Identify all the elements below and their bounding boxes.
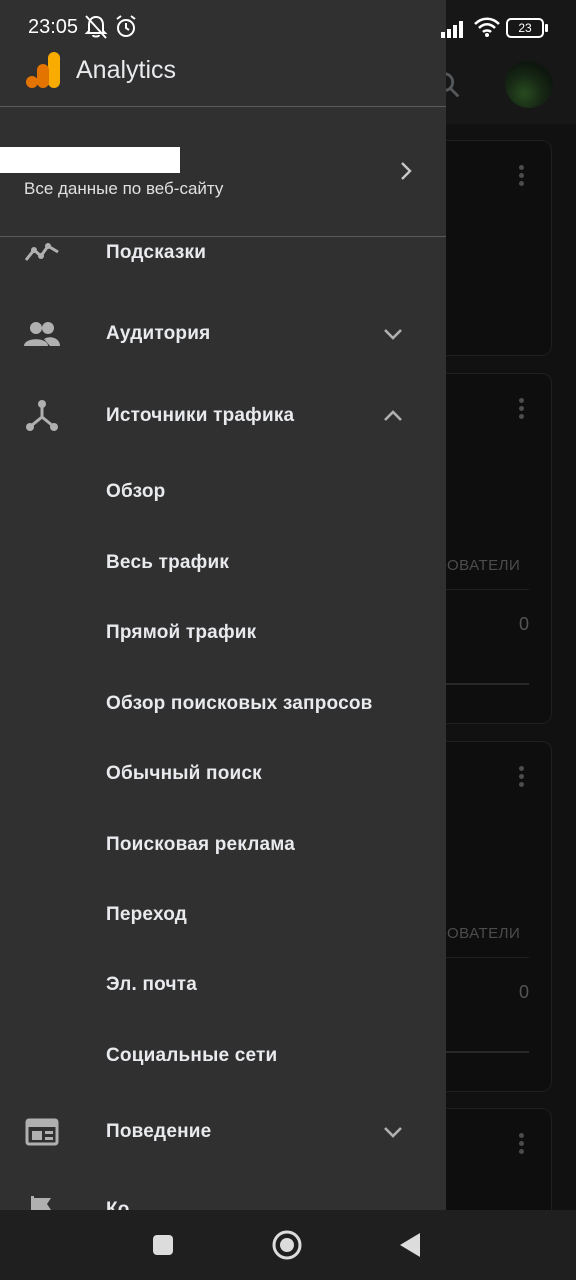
nav-label: Весь трафик bbox=[106, 552, 230, 573]
nav-subitem-email[interactable]: Эл. почта bbox=[0, 955, 446, 1015]
battery-icon: 23 bbox=[506, 18, 548, 38]
nav-label: Подсказки bbox=[106, 242, 207, 263]
nav-label: Переход bbox=[106, 904, 188, 925]
nav-label: Ко bbox=[106, 1199, 130, 1210]
chevron-right-icon bbox=[396, 159, 416, 188]
nav-label: Поисковая реклама bbox=[106, 834, 296, 855]
nav-item-audience[interactable]: Аудитория bbox=[0, 304, 446, 364]
wifi-icon bbox=[474, 16, 500, 43]
analytics-logo-icon bbox=[26, 52, 60, 88]
nav-subitem-paid-search[interactable]: Поисковая реклама bbox=[0, 815, 446, 875]
battery-tip bbox=[545, 24, 548, 32]
chevron-down-icon bbox=[380, 1119, 406, 1145]
status-bar: 23:05 23 bbox=[0, 0, 576, 56]
battery-level: 23 bbox=[518, 21, 532, 35]
nav-subitem-search-queries[interactable]: Обзор поисковых запросов bbox=[0, 674, 446, 734]
app-brand: Analytics bbox=[26, 50, 176, 90]
nav-label: Аудитория bbox=[106, 323, 211, 344]
behavior-icon bbox=[22, 1112, 62, 1152]
nav-label: Обзор поисковых запросов bbox=[106, 693, 373, 714]
nav-label: Прямой трафик bbox=[106, 622, 257, 643]
nav-label: Источники трафика bbox=[106, 405, 295, 426]
nav-label: Поведение bbox=[106, 1121, 212, 1142]
system-nav-bar bbox=[0, 1210, 576, 1280]
nav-subitem-referral[interactable]: Переход bbox=[0, 885, 446, 945]
notifications-off-icon bbox=[84, 14, 108, 45]
nav-subitem-direct[interactable]: Прямой трафик bbox=[0, 603, 446, 663]
app-name: Analytics bbox=[76, 55, 177, 84]
nav-subitem-social[interactable]: Социальные сети bbox=[0, 1026, 446, 1086]
nav-item-insights[interactable]: Подсказки bbox=[0, 237, 446, 277]
insights-icon bbox=[22, 237, 62, 273]
chevron-down-icon bbox=[380, 321, 406, 347]
flag-icon bbox=[22, 1190, 62, 1210]
alarm-icon bbox=[114, 14, 138, 45]
navigation-drawer: Analytics Все данные по веб-сайту Подска… bbox=[0, 0, 446, 1210]
acquisition-icon bbox=[22, 396, 62, 436]
nav-label: Социальные сети bbox=[106, 1045, 278, 1066]
nav-label: Эл. почта bbox=[106, 974, 197, 995]
back-button[interactable] bbox=[394, 1228, 428, 1262]
account-view-name: Все данные по веб-сайту bbox=[24, 179, 224, 198]
nav-label: Обзор bbox=[106, 481, 166, 502]
nav-subitem-organic-search[interactable]: Обычный поиск bbox=[0, 744, 446, 804]
nav-item-acquisition[interactable]: Источники трафика bbox=[0, 386, 446, 446]
nav-item-conversions[interactable]: Ко bbox=[0, 1180, 446, 1210]
account-name-redacted bbox=[0, 147, 180, 173]
status-time: 23:05 bbox=[28, 16, 79, 38]
nav-clip: Подсказки bbox=[0, 237, 446, 277]
home-button[interactable] bbox=[270, 1228, 304, 1262]
nav-subitem-all-traffic[interactable]: Весь трафик bbox=[0, 533, 446, 593]
people-icon bbox=[22, 314, 62, 354]
chevron-up-icon bbox=[380, 403, 406, 429]
account-selector[interactable]: Все данные по веб-сайту bbox=[0, 107, 446, 236]
nav-item-behavior[interactable]: Поведение bbox=[0, 1102, 446, 1162]
signal-icon bbox=[440, 18, 468, 43]
nav-label: Обычный поиск bbox=[106, 763, 262, 784]
nav-subitem-overview[interactable]: Обзор bbox=[0, 462, 446, 522]
recents-button[interactable] bbox=[146, 1228, 180, 1262]
